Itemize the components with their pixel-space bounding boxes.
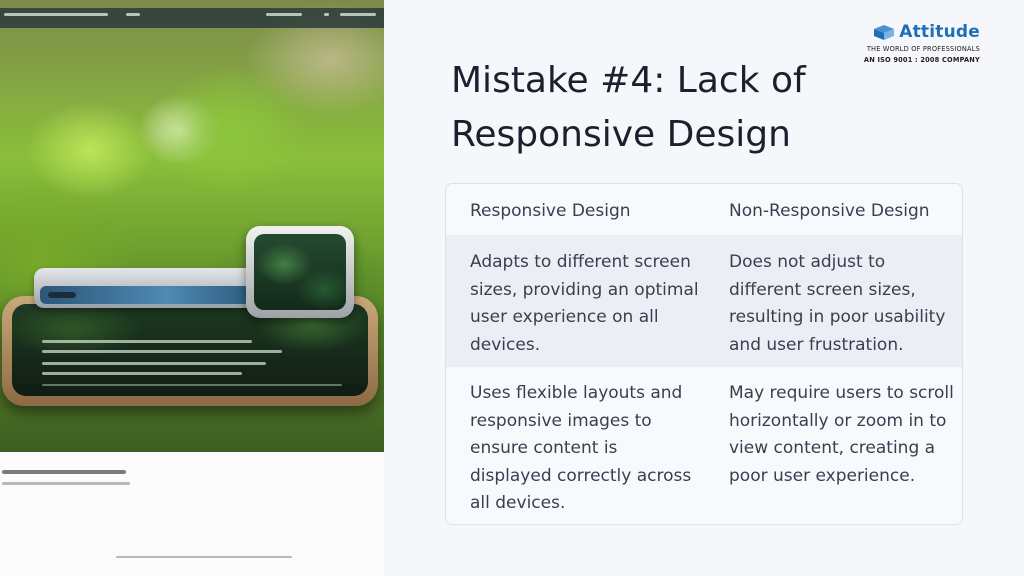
table-header-row: Responsive Design Non-Responsive Design xyxy=(446,184,962,235)
slide-title: Mistake #4: Lack of Responsive Design xyxy=(451,60,806,155)
device-tablet xyxy=(34,268,256,308)
company-logo: Attitude THE WORLD OF PROFESSIONALS AN I… xyxy=(858,22,980,68)
cell-non-responsive: May require users to scroll horizontally… xyxy=(729,383,954,486)
table-row: Uses flexible layouts and responsive ima… xyxy=(446,367,962,524)
photo-caption xyxy=(2,470,126,474)
table-row: Adapts to different screen sizes, provid… xyxy=(446,235,962,367)
box-logo-icon xyxy=(874,25,895,40)
photo-browser-bar xyxy=(0,8,384,28)
logo-name: Attitude xyxy=(899,22,980,42)
device-phone xyxy=(246,226,354,318)
cell-responsive: Adapts to different screen sizes, provid… xyxy=(470,252,699,355)
photo-footer xyxy=(116,556,292,558)
logo-certification: AN ISO 9001 : 2008 COMPANY xyxy=(863,56,980,64)
cell-responsive: Uses flexible layouts and responsive ima… xyxy=(470,383,692,513)
comparison-table: Responsive Design Non-Responsive Design … xyxy=(445,183,963,525)
device-photo-icon xyxy=(0,0,384,452)
header-non-responsive: Non-Responsive Design xyxy=(729,201,930,221)
photo-caption-sub xyxy=(2,482,130,485)
logo-tagline: THE WORLD OF PROFESSIONALS xyxy=(866,45,980,53)
cell-non-responsive: Does not adjust to different screen size… xyxy=(729,252,946,355)
slide-photo xyxy=(0,0,384,576)
header-responsive: Responsive Design xyxy=(470,201,631,221)
